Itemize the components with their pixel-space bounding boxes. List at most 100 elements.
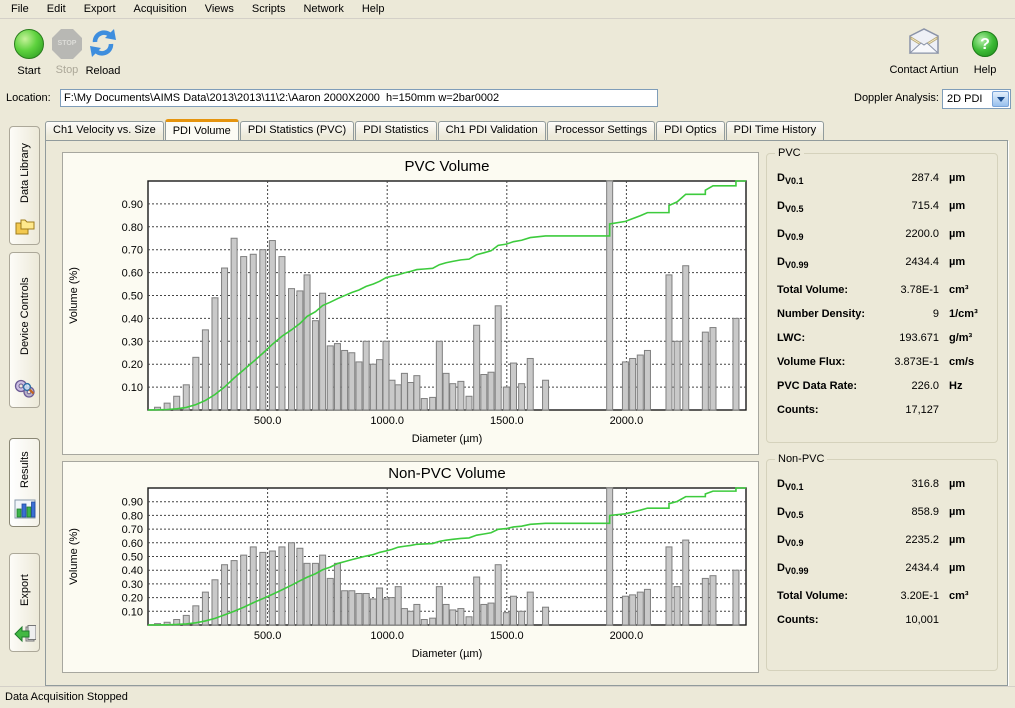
- reload-button[interactable]: Reload: [74, 27, 132, 77]
- stat-row: LWC:193.671g/m³: [777, 332, 989, 356]
- menu-edit[interactable]: Edit: [38, 1, 75, 17]
- tab-strip: Ch1 Velocity vs. Size PDI Volume PDI Sta…: [45, 119, 1008, 140]
- svg-text:0.40: 0.40: [122, 313, 143, 325]
- svg-text:0.30: 0.30: [122, 579, 143, 591]
- menu-file[interactable]: File: [2, 1, 38, 17]
- pvc-stats-title: PVC: [775, 147, 804, 159]
- envelope-icon: [906, 27, 942, 57]
- svg-text:0.80: 0.80: [122, 510, 143, 522]
- sidebar-device-controls-label: Device Controls: [19, 261, 31, 372]
- non-pvc-stats-group: Non-PVC DV0.1316.8µmDV0.5858.9µmDV0.9223…: [766, 459, 998, 671]
- stat-row: Counts:10,001: [777, 614, 989, 638]
- contact-button[interactable]: Contact Artiun: [885, 27, 963, 76]
- svg-text:1500.0: 1500.0: [490, 630, 524, 642]
- stat-row: DV0.1316.8µm: [777, 478, 989, 506]
- svg-text:0.70: 0.70: [122, 245, 143, 257]
- svg-text:0.20: 0.20: [122, 359, 143, 371]
- sidebar-results-label: Results: [19, 447, 31, 493]
- svg-text:0.20: 0.20: [122, 593, 143, 605]
- svg-text:2000.0: 2000.0: [610, 415, 644, 427]
- sidebar-data-library-label: Data Library: [19, 135, 31, 211]
- help-label: Help: [963, 64, 1007, 76]
- pvc-volume-chart: PVC Volume0.100.200.300.400.500.600.700.…: [62, 152, 759, 455]
- svg-text:500.0: 500.0: [254, 630, 282, 642]
- stat-row: Volume Flux:3.873E-1cm/s: [777, 356, 989, 380]
- doppler-analysis-label: Doppler Analysis:: [854, 92, 939, 104]
- svg-text:0.50: 0.50: [122, 552, 143, 564]
- svg-text:Diameter (µm): Diameter (µm): [412, 648, 483, 660]
- statistics-panel: PVC DV0.1287.4µmDV0.5715.4µmDV0.92200.0µ…: [764, 141, 1002, 684]
- export-arrow-icon: [14, 624, 36, 644]
- svg-text:0.10: 0.10: [122, 606, 143, 618]
- stat-row: Total Volume:3.78E-1cm³: [777, 284, 989, 308]
- pvc-volume-chart-canvas: PVC Volume0.100.200.300.400.500.600.700.…: [63, 153, 758, 454]
- toolbar: Start STOP Stop Reload: [0, 19, 1015, 86]
- stat-row: DV0.92235.2µm: [777, 534, 989, 562]
- stat-row: Number Density:91/cm³: [777, 308, 989, 332]
- doppler-analysis-select[interactable]: 2D PDI: [942, 89, 1011, 109]
- folders-icon: [14, 217, 36, 237]
- svg-text:Volume (%): Volume (%): [68, 528, 80, 585]
- svg-text:0.10: 0.10: [122, 382, 143, 394]
- tab-pdi-volume[interactable]: PDI Volume: [165, 119, 239, 140]
- svg-text:0.80: 0.80: [122, 222, 143, 234]
- help-icon: ?: [972, 31, 998, 57]
- stat-row: DV0.1287.4µm: [777, 172, 989, 200]
- stat-row: Counts:17,127: [777, 404, 989, 428]
- stat-row: DV0.992434.4µm: [777, 256, 989, 284]
- sidebar-item-device-controls[interactable]: Device Controls: [9, 252, 40, 408]
- chevron-down-icon[interactable]: [992, 91, 1009, 107]
- menu-help[interactable]: Help: [353, 1, 394, 17]
- app-window: File Edit Export Acquisition Views Scrip…: [0, 0, 1015, 708]
- stat-row: DV0.992434.4µm: [777, 562, 989, 590]
- gears-icon: [14, 378, 36, 400]
- menu-acquisition[interactable]: Acquisition: [125, 1, 196, 17]
- non-pvc-volume-chart: Non-PVC Volume 0.100.20 0.30 0.400.50 0.60 0.…: [62, 461, 759, 673]
- stat-row: DV0.5715.4µm: [777, 200, 989, 228]
- tab-panel-pdi-volume: PVC Volume0.100.200.300.400.500.600.700.…: [45, 140, 1008, 686]
- status-text: Data Acquisition Stopped: [5, 691, 128, 703]
- svg-text:0.60: 0.60: [122, 538, 143, 550]
- reload-icon: [87, 27, 119, 59]
- svg-text:Non-PVC Volume: Non-PVC Volume: [388, 465, 506, 482]
- bar-chart-icon: [14, 499, 36, 519]
- menu-network[interactable]: Network: [294, 1, 352, 17]
- svg-text:0.30: 0.30: [122, 336, 143, 348]
- svg-text:1000.0: 1000.0: [370, 630, 404, 642]
- tab-processor-settings[interactable]: Processor Settings: [547, 121, 655, 140]
- tab-pdi-statistics[interactable]: PDI Statistics: [355, 121, 436, 140]
- non-pvc-stats-title: Non-PVC: [775, 453, 827, 465]
- sidebar-item-results[interactable]: Results: [9, 438, 40, 527]
- stat-row: DV0.5858.9µm: [777, 506, 989, 534]
- tab-pdi-statistics-pvc[interactable]: PDI Statistics (PVC): [240, 121, 354, 140]
- svg-text:Volume (%): Volume (%): [68, 267, 80, 324]
- svg-text:0.70: 0.70: [122, 524, 143, 536]
- sidebar-item-data-library[interactable]: Data Library: [9, 126, 40, 245]
- svg-text:0.60: 0.60: [122, 268, 143, 280]
- help-button[interactable]: ? Help: [963, 27, 1007, 76]
- svg-text:0.40: 0.40: [122, 565, 143, 577]
- tab-pdi-time-history[interactable]: PDI Time History: [726, 121, 825, 140]
- svg-text:1000.0: 1000.0: [370, 415, 404, 427]
- sidebar-item-export[interactable]: Export: [9, 553, 40, 652]
- doppler-analysis-value: 2D PDI: [943, 93, 991, 105]
- stat-row: Total Volume:3.20E-1cm³: [777, 590, 989, 614]
- sidebar-export-label: Export: [19, 562, 31, 618]
- tab-ch1-pdi-validation[interactable]: Ch1 PDI Validation: [438, 121, 546, 140]
- menu-bar: File Edit Export Acquisition Views Scrip…: [0, 0, 1015, 19]
- menu-export[interactable]: Export: [75, 1, 125, 17]
- svg-text:Diameter (µm): Diameter (µm): [412, 433, 483, 445]
- location-input[interactable]: [60, 89, 658, 107]
- tab-ch1-velocity-vs-size[interactable]: Ch1 Velocity vs. Size: [45, 121, 164, 140]
- tab-pdi-optics[interactable]: PDI Optics: [656, 121, 725, 140]
- stat-row: PVC Data Rate:226.0Hz: [777, 380, 989, 404]
- stat-row: DV0.92200.0µm: [777, 228, 989, 256]
- svg-text:1500.0: 1500.0: [490, 415, 524, 427]
- svg-text:2000.0: 2000.0: [610, 630, 644, 642]
- location-label: Location:: [6, 92, 51, 104]
- menu-views[interactable]: Views: [196, 1, 243, 17]
- svg-text:0.90: 0.90: [122, 497, 143, 509]
- svg-text:0.90: 0.90: [122, 199, 143, 211]
- menu-scripts[interactable]: Scripts: [243, 1, 295, 17]
- svg-text:PVC Volume: PVC Volume: [404, 158, 489, 175]
